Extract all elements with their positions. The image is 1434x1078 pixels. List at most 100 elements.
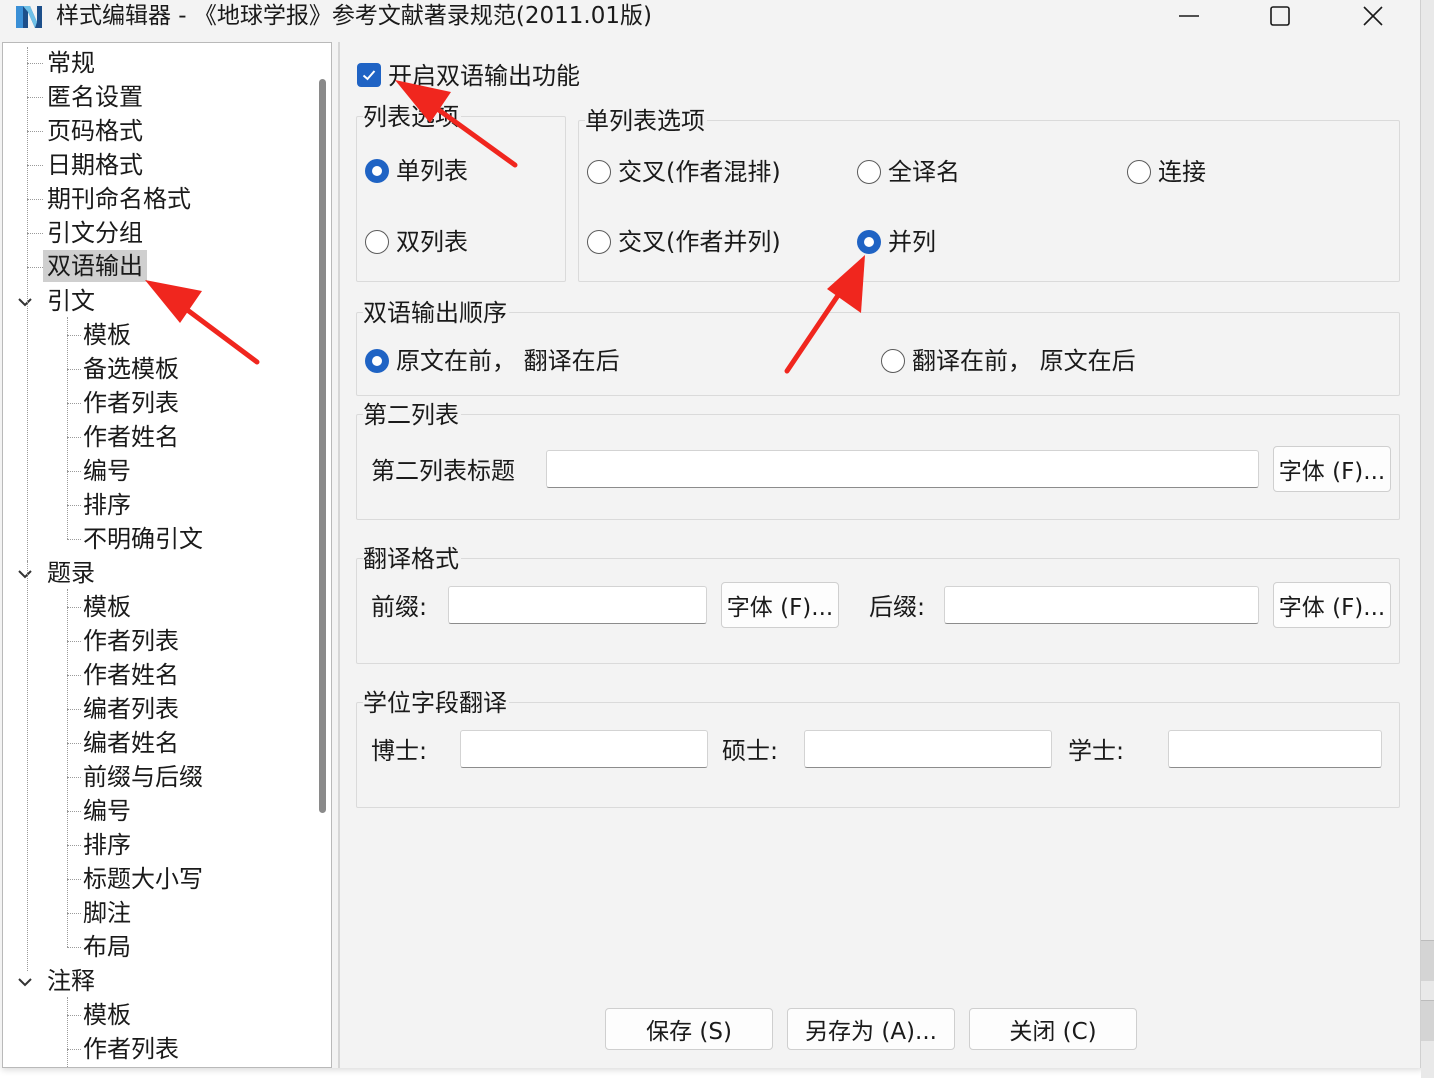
tree-guide — [67, 539, 81, 540]
suffix-font-button[interactable]: 字体 (F)... — [1273, 582, 1391, 628]
tree-guide — [67, 1049, 81, 1050]
tree-guide — [67, 471, 81, 472]
tree-item-citation-alt-template[interactable]: 备选模板 — [83, 353, 179, 385]
close-window-button[interactable] — [1327, 0, 1419, 32]
tree-item-anonymous[interactable]: 匿名设置 — [45, 81, 145, 113]
save-as-button[interactable]: 另存为 (A)... — [787, 1008, 955, 1050]
cross-parallel-radio[interactable] — [587, 230, 611, 254]
close-button[interactable]: 关闭 (C) — [969, 1008, 1137, 1050]
tree-item-bib-sort[interactable]: 排序 — [83, 829, 131, 861]
full-translation-label[interactable]: 全译名 — [888, 157, 960, 187]
full-translation-radio[interactable] — [857, 160, 881, 184]
tree-group-bibliography[interactable]: 题录 — [45, 557, 97, 589]
second-list-heading-input[interactable] — [546, 450, 1259, 488]
settings-tree[interactable]: 常规 匿名设置 页码格式 日期格式 期刊命名格式 引文分组 双语输出 引文 模板… — [2, 42, 332, 1068]
tree-item-citation-groups[interactable]: 引文分组 — [45, 217, 145, 249]
concatenate-radio[interactable] — [1127, 160, 1151, 184]
original-first-label[interactable]: 原文在前， 翻译在后 — [396, 346, 620, 376]
bachelor-input[interactable] — [1168, 730, 1382, 768]
app-logo-icon — [16, 6, 42, 28]
list-options-group — [356, 116, 566, 282]
minimize-icon — [1179, 15, 1199, 17]
tree-item-note-author-list[interactable]: 作者列表 — [83, 1033, 179, 1065]
tree-item-bib-footnote[interactable]: 脚注 — [83, 897, 131, 929]
tree-guide — [67, 913, 81, 914]
tree-item-bib-layout[interactable]: 布局 — [83, 931, 131, 963]
parallel-radio[interactable] — [857, 230, 881, 254]
tree-guide — [27, 233, 43, 234]
single-list-radio[interactable] — [365, 159, 389, 183]
tree-guide — [67, 505, 81, 506]
chevron-down-icon[interactable] — [16, 973, 34, 991]
parallel-label[interactable]: 并列 — [888, 227, 936, 257]
tree-item-page-format[interactable]: 页码格式 — [45, 115, 145, 147]
tree-item-citation-numbering[interactable]: 编号 — [83, 455, 131, 487]
tree-group-citations[interactable]: 引文 — [45, 285, 97, 317]
tree-guide — [67, 997, 68, 1067]
chevron-down-icon[interactable] — [16, 293, 34, 311]
tree-guide — [67, 777, 81, 778]
tree-item-citation-sort[interactable]: 排序 — [83, 489, 131, 521]
tree-item-citation-author-name[interactable]: 作者姓名 — [83, 421, 179, 453]
doctor-label: 博士: — [371, 737, 428, 765]
tree-guide — [67, 607, 81, 608]
cross-mixed-radio[interactable] — [587, 160, 611, 184]
single-list-label[interactable]: 单列表 — [396, 156, 468, 186]
tree-item-bib-numbering[interactable]: 编号 — [83, 795, 131, 827]
tree-group-notes[interactable]: 注释 — [45, 965, 97, 997]
second-list-font-button[interactable]: 字体 (F)... — [1273, 446, 1391, 492]
master-label: 硕士: — [722, 737, 779, 765]
tree-item-bib-author-list[interactable]: 作者列表 — [83, 625, 179, 657]
suffix-input[interactable] — [944, 586, 1259, 624]
tree-guide — [67, 335, 81, 336]
tree-item-general[interactable]: 常规 — [45, 47, 97, 79]
tree-item-ambiguous-citation[interactable]: 不明确引文 — [83, 523, 203, 555]
tree-guide — [67, 369, 81, 370]
tree-item-note-template[interactable]: 模板 — [83, 999, 131, 1031]
bachelor-label: 学士: — [1068, 737, 1125, 765]
tree-guide — [27, 267, 43, 268]
checkmark-icon — [362, 70, 376, 81]
cross-mixed-label[interactable]: 交叉(作者混排) — [618, 157, 781, 187]
tree-item-date-format[interactable]: 日期格式 — [45, 149, 145, 181]
maximize-button[interactable] — [1234, 0, 1326, 32]
tree-guide — [67, 589, 68, 947]
tree-guide — [67, 709, 81, 710]
tree-item-bib-title-case[interactable]: 标题大小写 — [83, 863, 203, 895]
tree-item-bib-template[interactable]: 模板 — [83, 591, 131, 623]
background-window-edge — [1421, 0, 1434, 1078]
chevron-down-icon[interactable] — [16, 565, 34, 583]
doctor-input[interactable] — [460, 730, 708, 768]
prefix-label: 前缀: — [371, 593, 428, 621]
double-list-label[interactable]: 双列表 — [396, 227, 468, 257]
double-list-radio[interactable] — [365, 230, 389, 254]
save-button[interactable]: 保存 (S) — [605, 1008, 773, 1050]
list-options-title: 列表选项 — [363, 103, 461, 131]
original-first-radio[interactable] — [365, 349, 389, 373]
translation-first-label[interactable]: 翻译在前， 原文在后 — [912, 346, 1136, 376]
minimize-button[interactable] — [1143, 0, 1235, 32]
tree-scrollbar[interactable] — [319, 79, 326, 813]
tree-item-citation-template[interactable]: 模板 — [83, 319, 131, 351]
master-input[interactable] — [804, 730, 1052, 768]
tree-item-journal-names[interactable]: 期刊命名格式 — [45, 183, 193, 215]
degree-translation-title: 学位字段翻译 — [363, 689, 509, 717]
panel-splitter[interactable] — [338, 42, 340, 1068]
tree-item-bib-prefix-suffix[interactable]: 前缀与后缀 — [83, 761, 203, 793]
prefix-input[interactable] — [448, 586, 707, 624]
tree-item-bib-editor-name[interactable]: 编者姓名 — [83, 727, 179, 759]
cross-parallel-label[interactable]: 交叉(作者并列) — [618, 227, 781, 257]
translation-first-radio[interactable] — [881, 349, 905, 373]
tree-item-bib-author-name[interactable]: 作者姓名 — [83, 659, 179, 691]
tree-item-bilingual-output[interactable]: 双语输出 — [43, 250, 147, 282]
enable-bilingual-checkbox[interactable] — [357, 63, 381, 87]
prefix-font-button[interactable]: 字体 (F)... — [721, 582, 839, 628]
enable-bilingual-label[interactable]: 开启双语输出功能 — [388, 61, 580, 91]
tree-guide — [67, 437, 81, 438]
title-bar: 样式编辑器 - 《地球学报》参考文献著录规范(2011.01版) — [0, 0, 1420, 40]
concatenate-label[interactable]: 连接 — [1158, 157, 1206, 187]
close-icon — [1363, 6, 1383, 26]
tree-item-citation-author-list[interactable]: 作者列表 — [83, 387, 179, 419]
tree-item-bib-editor-list[interactable]: 编者列表 — [83, 693, 179, 725]
tree-guide — [27, 199, 43, 200]
